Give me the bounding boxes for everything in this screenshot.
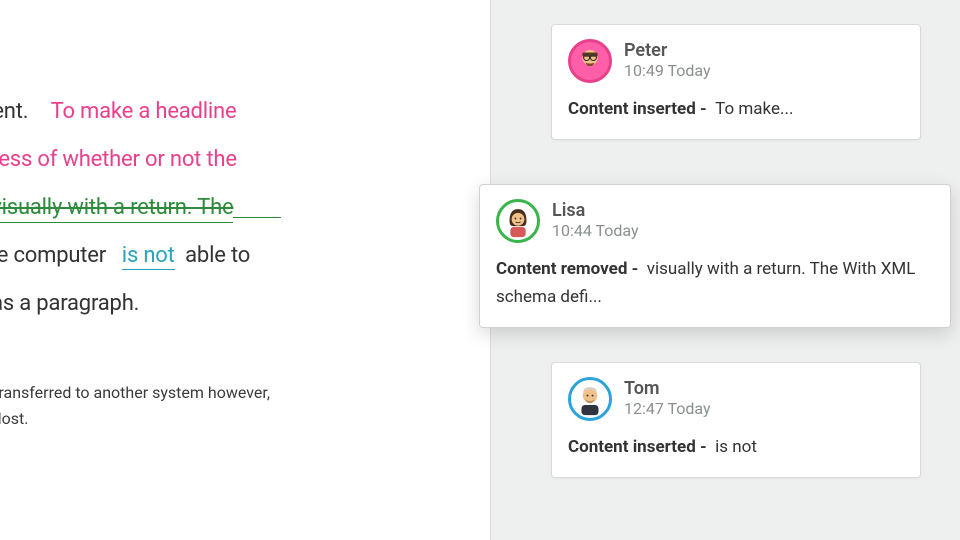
text-fragment: cument.	[0, 99, 51, 124]
change-snippet: To make...	[707, 99, 794, 119]
change-action: Content removed -	[496, 259, 638, 279]
insertion-mark[interactable]: To make a headline	[51, 99, 237, 124]
text-fragment: being transferred to another system howe…	[0, 380, 490, 406]
card-body: Content inserted - To make...	[568, 95, 904, 123]
change-card[interactable]: Peter 10:49 Today Content inserted - To …	[551, 24, 921, 140]
avatar-face-icon	[501, 204, 535, 238]
avatar	[568, 39, 612, 83]
change-card[interactable]: Lisa 10:44 Today Content removed - visua…	[479, 184, 951, 328]
avatar	[496, 199, 540, 243]
author-name: Lisa	[552, 201, 639, 222]
author-name: Peter	[624, 41, 711, 62]
card-header: Tom 12:47 Today	[568, 377, 904, 421]
author-name: Tom	[624, 379, 711, 400]
card-header: Lisa 10:44 Today	[496, 199, 934, 243]
card-body: Content removed - visually with a return…	[496, 255, 934, 311]
card-body: Content inserted - is not	[568, 433, 904, 461]
text-fragment: aph as a paragraph.	[0, 291, 139, 316]
document-area: cument. To make a headline gardless of w…	[0, 0, 490, 540]
avatar-face-icon	[573, 44, 607, 78]
insertion-mark[interactable]: is not	[122, 243, 175, 270]
change-card[interactable]: Tom 12:47 Today Content inserted - is no…	[551, 362, 921, 478]
change-snippet: is not	[707, 437, 757, 457]
comments-panel: Peter 10:49 Today Content inserted - To …	[490, 0, 960, 540]
avatar-face-icon	[573, 382, 607, 416]
deletion-underline-tail	[233, 217, 281, 218]
text-fragment: able to	[175, 243, 250, 268]
timestamp: 10:44 Today	[552, 222, 639, 240]
document-paragraph-2[interactable]: being transferred to another system howe…	[0, 380, 490, 432]
avatar	[568, 377, 612, 421]
timestamp: 12:47 Today	[624, 400, 711, 418]
text-fragment: e. The computer	[0, 243, 122, 268]
card-header: Peter 10:49 Today	[568, 39, 904, 83]
change-action: Content inserted -	[568, 437, 707, 457]
change-action: Content inserted -	[568, 99, 707, 119]
text-fragment: ns get lost.	[0, 406, 490, 432]
insertion-mark[interactable]: gardless of whether or not the	[0, 147, 237, 172]
deletion-mark[interactable]: visually with a return. The	[0, 195, 233, 223]
timestamp: 10:49 Today	[624, 62, 711, 80]
document-paragraph-1[interactable]: cument. To make a headline gardless of w…	[0, 88, 490, 328]
